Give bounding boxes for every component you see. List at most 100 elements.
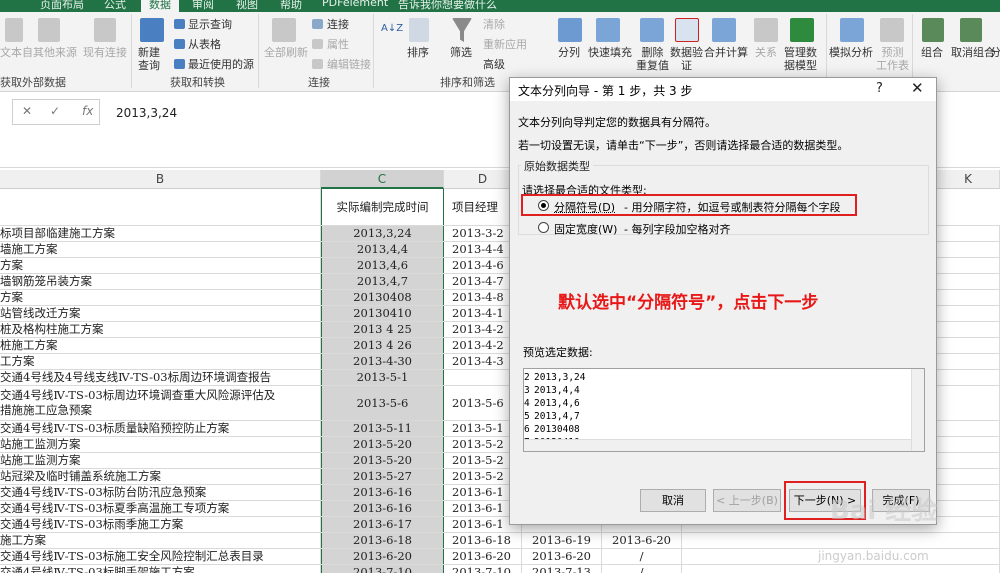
tab-help[interactable]: 帮助 — [280, 0, 302, 12]
cell-header-c[interactable]: 实际编制完成时间 — [321, 189, 444, 225]
cell-b[interactable]: 施工方案 — [0, 533, 321, 548]
cell-c[interactable]: 2013-6-17 — [321, 517, 444, 532]
insert-function-icon[interactable]: fx — [82, 104, 93, 118]
recent-sources-button[interactable]: 最近使用的源 — [188, 58, 254, 71]
preview-vertical-scrollbar[interactable] — [911, 369, 924, 451]
show-queries-button[interactable]: 显示查询 — [188, 18, 232, 31]
reapply-button[interactable]: 重新应用 — [483, 38, 527, 51]
cell-c[interactable]: 2013,4,7 — [321, 274, 444, 289]
cell-empty[interactable] — [682, 565, 1000, 573]
cell-c[interactable]: 2013-5-6 — [321, 386, 444, 420]
from-text-button[interactable]: 文本 — [0, 46, 22, 59]
connections-button[interactable]: 连接 — [327, 18, 349, 31]
cell-b[interactable]: 交通4号线Ⅳ-TS-03标施工安全风险控制汇总表目录 — [0, 549, 321, 564]
cell-b[interactable]: 站施工监测方案 — [0, 453, 321, 468]
cell-b[interactable]: 站施工监测方案 — [0, 437, 321, 452]
tab-review[interactable]: 审阅 — [192, 0, 214, 12]
preview-box[interactable]: 2 2013,3,24 3 2013,4,4 4 2013,4,6 5 2013,4,7 6 20… — [523, 368, 925, 452]
cell-c[interactable]: 2013-7-10 — [321, 565, 444, 573]
tab-formulas[interactable]: 公式 — [104, 0, 126, 12]
group-button[interactable]: 组合 — [921, 46, 943, 59]
cell-header-b[interactable] — [0, 189, 321, 225]
cell-e[interactable]: 2013-6-20 — [522, 549, 602, 564]
back-button[interactable]: < 上一步(B) — [713, 489, 781, 512]
cell-c[interactable]: 2013-6-18 — [321, 533, 444, 548]
what-if-analysis-button[interactable]: 模拟分析 — [829, 46, 873, 59]
cell-b[interactable]: 交通4号线Ⅳ-TS-03标雨季施工方案 — [0, 517, 321, 532]
edit-links-button[interactable]: 编辑链接 — [327, 58, 371, 71]
cell-b[interactable]: 站冠梁及临时铺盖系统施工方案 — [0, 469, 321, 484]
cell-c[interactable]: 2013-6-20 — [321, 549, 444, 564]
column-header-k[interactable]: K — [937, 170, 1000, 189]
existing-connections-button[interactable]: 现有连接 — [83, 46, 127, 59]
cell-c[interactable]: 2013-5-20 — [321, 437, 444, 452]
cell-c[interactable]: 2013-6-16 — [321, 501, 444, 516]
from-other-sources-button[interactable]: 自其他来源 — [22, 46, 77, 59]
cell-c[interactable]: 2013-6-16 — [321, 485, 444, 500]
cell-c[interactable]: 2013,3,24 — [321, 226, 444, 241]
formula-input[interactable]: 2013,3,24 — [116, 106, 177, 120]
cell-c[interactable]: 2013-4-30 — [321, 354, 444, 369]
tab-page-layout[interactable]: 页面布局 — [40, 0, 84, 12]
cell-c[interactable]: 2013,4,4 — [321, 242, 444, 257]
cell-d[interactable]: 2013-7-10 — [444, 565, 522, 573]
cell-b[interactable]: 墙钢筋笼吊装方案 — [0, 274, 321, 289]
sort-button[interactable]: 排序 — [407, 46, 429, 59]
cell-b[interactable]: 交通4号线Ⅳ-TS-03标脚手架施工方案 — [0, 565, 321, 573]
column-header-c[interactable]: C — [321, 170, 444, 189]
cell-b[interactable]: 桩施工方案 — [0, 338, 321, 353]
enter-icon[interactable]: ✓ — [50, 104, 60, 118]
cell-c[interactable]: 2013-5-11 — [321, 421, 444, 436]
cell-f[interactable]: / — [602, 565, 682, 573]
close-icon[interactable]: ✕ — [911, 79, 924, 97]
from-table-button[interactable]: 从表格 — [188, 38, 221, 51]
cell-e[interactable]: 2013-7-13 — [522, 565, 602, 573]
cell-b[interactable]: 站管线改迁方案 — [0, 306, 321, 321]
cell-f[interactable]: 2013-6-20 — [602, 533, 682, 548]
flash-fill-button[interactable]: 快速填充 — [588, 46, 632, 59]
cancel-button[interactable]: 取消 — [640, 489, 706, 512]
cell-e[interactable]: 2013-6-19 — [522, 533, 602, 548]
cell-b[interactable]: 标项目部临建施工方案 — [0, 226, 321, 241]
advanced-button[interactable]: 高级 — [483, 58, 505, 71]
cell-b[interactable]: 工方案 — [0, 354, 321, 369]
refresh-all-button[interactable]: 全部刷新 — [264, 46, 308, 59]
new-query-button[interactable]: 新建 查询 — [138, 46, 160, 72]
sort-az-icon[interactable]: A↓Z — [381, 22, 403, 35]
cell-c[interactable]: 2013 4 26 — [321, 338, 444, 353]
manage-data-model-button[interactable]: 管理数 据模型 — [784, 46, 817, 72]
forecast-sheet-button[interactable]: 预测 工作表 — [876, 46, 909, 72]
properties-button[interactable]: 属性 — [327, 38, 349, 51]
tab-pdfelement[interactable]: PDFelement — [322, 0, 388, 9]
tab-data[interactable]: 数据 — [141, 0, 179, 12]
cell-b[interactable]: 交通4号线Ⅳ-TS-03标质量缺陷预控防止方案 — [0, 421, 321, 436]
cancel-icon[interactable]: ✕ — [22, 104, 32, 118]
subtotal-button[interactable]: 分 — [990, 46, 1000, 59]
cell-empty[interactable] — [682, 533, 1000, 548]
relationships-button[interactable]: 关系 — [755, 46, 777, 59]
cell-c[interactable]: 2013,4,6 — [321, 258, 444, 273]
cell-b[interactable]: 桩及格构柱施工方案 — [0, 322, 321, 337]
help-icon[interactable]: ? — [876, 81, 883, 96]
cell-c[interactable]: 2013-5-1 — [321, 370, 444, 385]
text-to-columns-button[interactable]: 分列 — [558, 46, 580, 59]
cell-c[interactable]: 2013-5-20 — [321, 453, 444, 468]
cell-d[interactable]: 2013-6-20 — [444, 549, 522, 564]
cell-b[interactable]: 墙施工方案 — [0, 242, 321, 257]
tab-view[interactable]: 视图 — [236, 0, 258, 12]
preview-horizontal-scrollbar[interactable] — [524, 439, 911, 451]
consolidate-button[interactable]: 合并计算 — [704, 46, 748, 59]
cell-b[interactable]: 交通4号线Ⅳ-TS-03标夏季高温施工专项方案 — [0, 501, 321, 516]
fixed-width-radio[interactable] — [538, 222, 549, 233]
filter-button[interactable]: 筛选 — [450, 46, 472, 59]
ungroup-button[interactable]: 取消组合 — [951, 46, 995, 59]
clear-button[interactable]: 清除 — [483, 18, 505, 31]
cell-c[interactable]: 2013 4 25 — [321, 322, 444, 337]
cell-c[interactable]: 2013-5-27 — [321, 469, 444, 484]
cell-b[interactable]: 交通4号线Ⅳ-TS-03标周边环境调查重大风险源评估及 措施施工应急预案 — [0, 386, 321, 420]
cell-b[interactable]: 交通4号线Ⅳ-TS-03标防台防汛应急预案 — [0, 485, 321, 500]
data-validation-button[interactable]: 数据验 证 — [670, 46, 703, 72]
cell-d[interactable]: 2013-6-18 — [444, 533, 522, 548]
tell-me-search[interactable]: 告诉我你想要做什么 — [398, 0, 497, 12]
cell-b[interactable]: 方案 — [0, 258, 321, 273]
